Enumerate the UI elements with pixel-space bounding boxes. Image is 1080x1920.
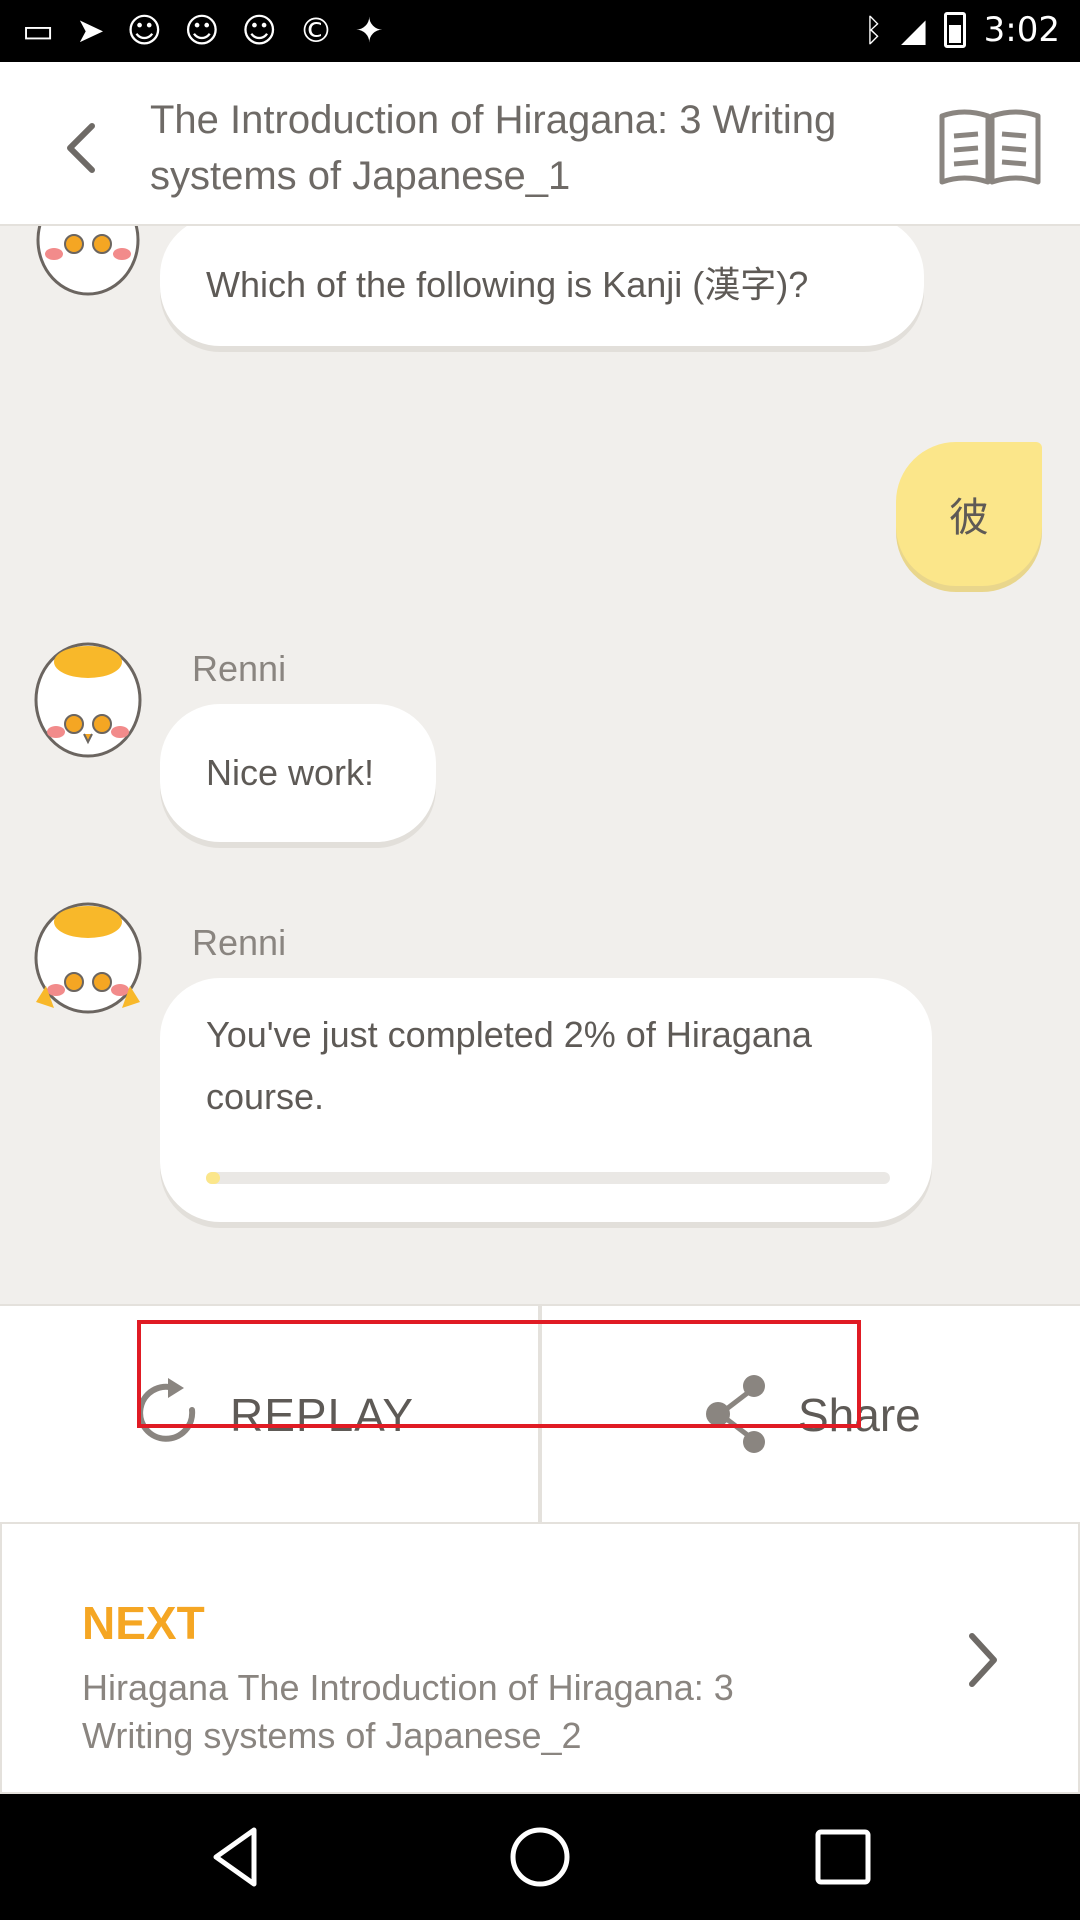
next-lesson-card[interactable]: NEXT Hiragana The Introduction of Hiraga…: [0, 1522, 1080, 1794]
status-bar: ▭ ➤ ☺ ☺ ☺ © ✦ ᛒ ◢ 3:02: [0, 0, 1080, 62]
recents-nav-icon[interactable]: [810, 1824, 876, 1890]
progress-bar: [206, 1172, 890, 1184]
answer-text: 彼: [949, 495, 989, 541]
message-text: You've just completed 2% of Hiragana cou…: [206, 1014, 812, 1117]
question-text: Which of the following is Kanji (漢字)?: [206, 264, 809, 305]
bluetooth-icon: ᛒ: [863, 11, 884, 49]
app-header: The Introduction of Hiragana: 3 Writing …: [0, 62, 1080, 226]
highlight-box: [137, 1320, 861, 1428]
back-button[interactable]: [48, 112, 120, 184]
navigation-bar: [0, 1794, 1080, 1920]
question-bubble: Which of the following is Kanji (漢字)?: [160, 226, 924, 346]
copyright-icon: ©: [298, 11, 333, 51]
book-button[interactable]: [938, 106, 1042, 186]
answer-bubble: 彼: [896, 442, 1042, 586]
message-bubble: Nice work!: [160, 704, 436, 842]
cat-icon: ☺: [126, 11, 163, 51]
back-nav-icon[interactable]: [204, 1824, 270, 1890]
avatar: [36, 226, 140, 296]
avatar: [34, 902, 142, 1014]
status-right-icons: ᛒ ◢ 3:02: [864, 10, 1060, 50]
cat-icon: ☺: [184, 11, 220, 51]
battery-icon: [943, 12, 966, 48]
status-time: 3:02: [983, 10, 1060, 50]
avatar: [34, 642, 142, 758]
book-icon: [939, 109, 1041, 185]
next-label: NEXT: [82, 1597, 205, 1649]
navigation-icon: ➤: [76, 11, 105, 51]
next-lesson-title: Hiragana The Introduction of Hiragana: 3…: [82, 1667, 734, 1756]
home-nav-icon[interactable]: [507, 1824, 573, 1890]
progress-fill: [206, 1172, 220, 1184]
status-left-icons: ▭ ➤ ☺ ☺ ☺ © ✦: [22, 12, 383, 50]
sender-name: Renni: [192, 648, 287, 689]
message-bubble: You've just completed 2% of Hiragana cou…: [160, 978, 932, 1222]
signal-icon: ◢: [901, 11, 926, 49]
chat-area[interactable]: Which of the following is Kanji (漢字)? 彼 …: [0, 226, 1080, 1304]
page-title: The Introduction of Hiragana: 3 Writing …: [150, 98, 837, 198]
chevron-left-icon: [67, 123, 95, 173]
cat-icon: ☺: [241, 11, 277, 51]
chat-icon: ▭: [22, 11, 55, 51]
message-text: Nice work!: [206, 752, 375, 793]
sender-name: Renni: [192, 922, 287, 963]
chevron-right-icon: [969, 1633, 997, 1687]
fake-gps-icon: ✦: [354, 11, 384, 51]
